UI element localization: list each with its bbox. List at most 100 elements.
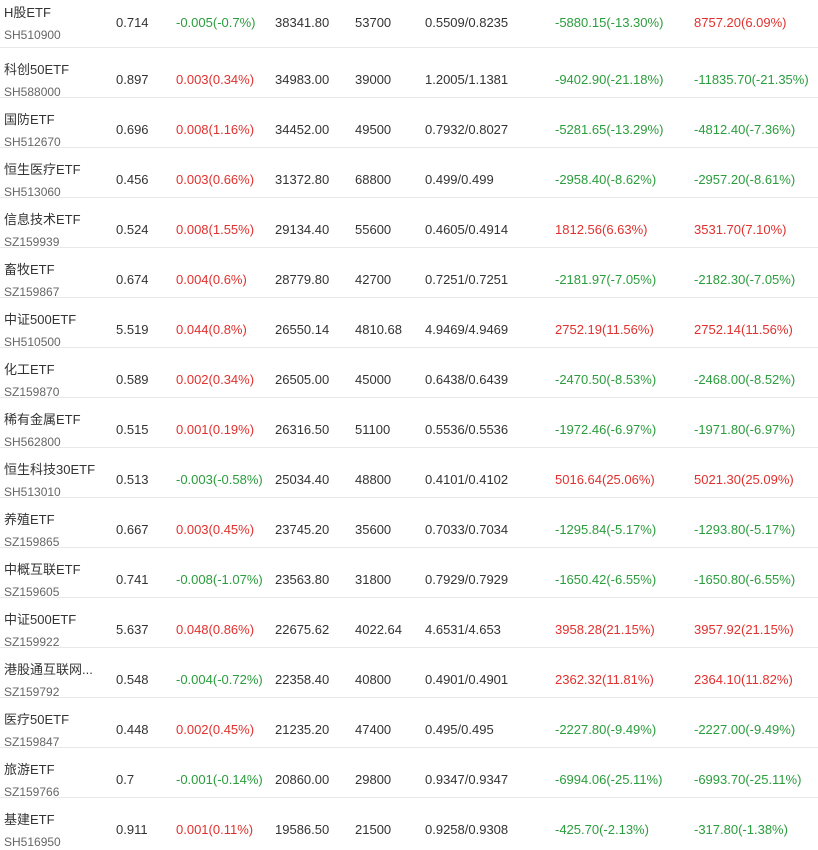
price-change: 0.001(0.11%) xyxy=(176,822,254,837)
current-price: 0.548 xyxy=(116,672,149,687)
market-value: 34452.00 xyxy=(275,122,330,137)
cost-price: 0.7251/0.7251 xyxy=(425,272,509,287)
position-profit-loss: -2958.40(-8.62%) xyxy=(555,172,657,187)
position-profit-loss: -2227.80(-9.49%) xyxy=(555,722,657,737)
etf-holdings-table: H股ETF SH510900 0.714 -0.005(-0.7%) 38341… xyxy=(0,0,818,849)
table-row[interactable]: 畜牧ETF SZ159867 0.674 0.004(0.6%) 28779.8… xyxy=(0,248,818,299)
table-row[interactable]: 中证500ETF SZ159922 5.637 0.048(0.86%) 226… xyxy=(0,598,818,649)
market-value: 31372.80 xyxy=(275,172,330,187)
price-change: 0.008(1.16%) xyxy=(176,122,255,137)
table-row[interactable]: 旅游ETF SZ159766 0.7 -0.001(-0.14%) 20860.… xyxy=(0,748,818,799)
current-price: 0.714 xyxy=(116,15,149,30)
cost-price: 4.9469/4.9469 xyxy=(425,322,509,337)
table-row[interactable]: 国防ETF SH512670 0.696 0.008(1.16%) 34452.… xyxy=(0,98,818,149)
table-row[interactable]: 中证500ETF SH510500 5.519 0.044(0.8%) 2655… xyxy=(0,298,818,349)
price-change: -0.005(-0.7%) xyxy=(176,15,256,30)
total-profit-loss: -1971.80(-6.97%) xyxy=(694,422,796,437)
market-value: 23745.20 xyxy=(275,522,330,537)
total-profit-loss: 8757.20(6.09%) xyxy=(694,15,787,30)
market-value: 19586.50 xyxy=(275,822,330,837)
total-profit-loss: -2182.30(-7.05%) xyxy=(694,272,796,287)
fund-name[interactable]: 中证500ETF xyxy=(4,612,76,628)
table-row[interactable]: 医疗50ETF SZ159847 0.448 0.002(0.45%) 2123… xyxy=(0,698,818,749)
current-price: 0.448 xyxy=(116,722,149,737)
holding-quantity: 49500 xyxy=(355,122,392,137)
table-row[interactable]: 信息技术ETF SZ159939 0.524 0.008(1.55%) 2913… xyxy=(0,198,818,249)
position-profit-loss: -6994.06(-25.11%) xyxy=(555,772,663,787)
market-value: 28779.80 xyxy=(275,272,330,287)
position-profit-loss: 5016.64(25.06%) xyxy=(555,472,655,487)
fund-name[interactable]: 国防ETF xyxy=(4,112,55,128)
current-price: 0.524 xyxy=(116,222,149,237)
market-value: 23563.80 xyxy=(275,572,330,587)
holding-quantity: 55600 xyxy=(355,222,392,237)
total-profit-loss: -6993.70(-25.11%) xyxy=(694,772,802,787)
table-body: H股ETF SH510900 0.714 -0.005(-0.7%) 38341… xyxy=(0,0,818,849)
price-change: 0.001(0.19%) xyxy=(176,422,255,437)
table-row[interactable]: 稀有金属ETF SH562800 0.515 0.001(0.19%) 2631… xyxy=(0,398,818,449)
fund-name[interactable]: H股ETF xyxy=(4,5,51,21)
cost-price: 0.4101/0.4102 xyxy=(425,472,509,487)
fund-name[interactable]: 稀有金属ETF xyxy=(4,412,81,428)
holding-quantity: 40800 xyxy=(355,672,392,687)
position-profit-loss: -2181.97(-7.05%) xyxy=(555,272,657,287)
market-value: 21235.20 xyxy=(275,722,330,737)
current-price: 0.741 xyxy=(116,572,149,587)
holding-quantity: 42700 xyxy=(355,272,392,287)
holding-quantity: 48800 xyxy=(355,472,392,487)
market-value: 22675.62 xyxy=(275,622,330,637)
fund-name[interactable]: 科创50ETF xyxy=(4,62,69,78)
market-value: 34983.00 xyxy=(275,72,330,87)
table-row[interactable]: 恒生医疗ETF SH513060 0.456 0.003(0.66%) 3137… xyxy=(0,148,818,199)
market-value: 20860.00 xyxy=(275,772,330,787)
fund-name[interactable]: 基建ETF xyxy=(4,812,55,828)
table-row[interactable]: 中概互联ETF SZ159605 0.741 -0.008(-1.07%) 23… xyxy=(0,548,818,599)
cost-price: 4.6531/4.653 xyxy=(425,622,501,637)
table-row[interactable]: 恒生科技30ETF SH513010 0.513 -0.003(-0.58%) … xyxy=(0,448,818,499)
holding-quantity: 53700 xyxy=(355,15,392,30)
fund-name[interactable]: 港股通互联网... xyxy=(4,662,93,678)
current-price: 5.519 xyxy=(116,322,149,337)
total-profit-loss: 5021.30(25.09%) xyxy=(694,472,794,487)
fund-name[interactable]: 恒生科技30ETF xyxy=(4,462,95,478)
table-row[interactable]: 港股通互联网... SZ159792 0.548 -0.004(-0.72%) … xyxy=(0,648,818,699)
holding-quantity: 45000 xyxy=(355,372,392,387)
fund-code: SH510900 xyxy=(4,28,61,42)
table-row[interactable]: 化工ETF SZ159870 0.589 0.002(0.34%) 26505.… xyxy=(0,348,818,399)
position-profit-loss: -1295.84(-5.17%) xyxy=(555,522,657,537)
cost-price: 0.7929/0.7929 xyxy=(425,572,509,587)
fund-name[interactable]: 中概互联ETF xyxy=(4,562,81,578)
position-profit-loss: -5880.15(-13.30%) xyxy=(555,15,664,30)
table-row[interactable]: 养殖ETF SZ159865 0.667 0.003(0.45%) 23745.… xyxy=(0,498,818,549)
current-price: 5.637 xyxy=(116,622,149,637)
current-price: 0.674 xyxy=(116,272,149,287)
table-row[interactable]: 基建ETF SH516950 0.911 0.001(0.11%) 19586.… xyxy=(0,798,818,849)
total-profit-loss: 3531.70(7.10%) xyxy=(694,222,787,237)
table-row[interactable]: 科创50ETF SH588000 0.897 0.003(0.34%) 3498… xyxy=(0,48,818,99)
fund-name[interactable]: 养殖ETF xyxy=(4,512,55,528)
position-profit-loss: -9402.90(-21.18%) xyxy=(555,72,664,87)
cost-price: 0.5509/0.8235 xyxy=(425,15,509,30)
price-change: -0.008(-1.07%) xyxy=(176,572,263,587)
current-price: 0.667 xyxy=(116,522,149,537)
fund-name[interactable]: 化工ETF xyxy=(4,362,55,378)
holding-quantity: 51100 xyxy=(355,422,391,437)
fund-name[interactable]: 恒生医疗ETF xyxy=(4,162,81,178)
cost-price: 0.5536/0.5536 xyxy=(425,422,509,437)
cost-price: 0.4901/0.4901 xyxy=(425,672,509,687)
current-price: 0.515 xyxy=(116,422,149,437)
fund-name[interactable]: 旅游ETF xyxy=(4,762,55,778)
table-row[interactable]: H股ETF SH510900 0.714 -0.005(-0.7%) 38341… xyxy=(0,0,818,48)
fund-name[interactable]: 中证500ETF xyxy=(4,312,76,328)
total-profit-loss: -2957.20(-8.61%) xyxy=(694,172,796,187)
price-change: -0.003(-0.58%) xyxy=(176,472,263,487)
price-change: 0.008(1.55%) xyxy=(176,222,255,237)
total-profit-loss: -2468.00(-8.52%) xyxy=(694,372,796,387)
cost-price: 1.2005/1.1381 xyxy=(425,72,509,87)
fund-name[interactable]: 信息技术ETF xyxy=(4,212,81,228)
total-profit-loss: -1650.80(-6.55%) xyxy=(694,572,796,587)
fund-name[interactable]: 医疗50ETF xyxy=(4,712,69,728)
current-price: 0.589 xyxy=(116,372,149,387)
current-price: 0.911 xyxy=(116,822,148,837)
fund-name[interactable]: 畜牧ETF xyxy=(4,262,55,278)
